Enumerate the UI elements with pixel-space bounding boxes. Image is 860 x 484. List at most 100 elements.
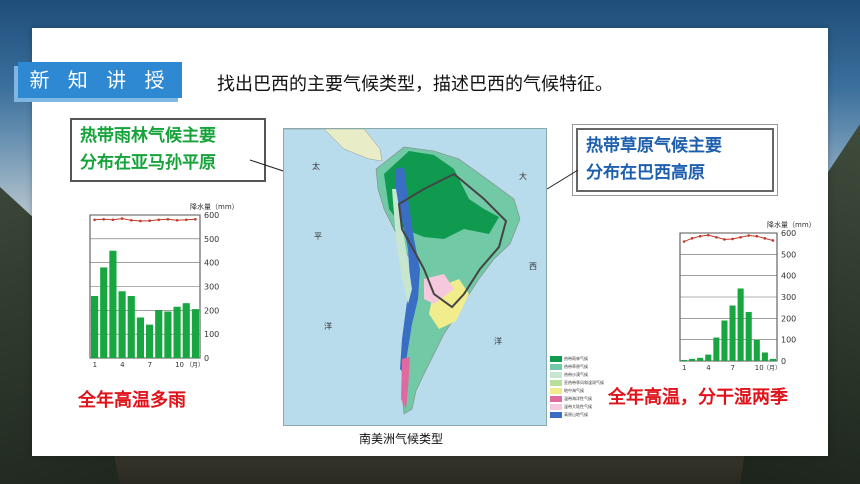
temperature-point xyxy=(763,237,767,240)
legend-item: 地中海气候 xyxy=(550,387,610,395)
x-tick-label: 7 xyxy=(148,361,152,369)
y-tick-label: 400 xyxy=(781,272,796,281)
y-tick-label: 0 xyxy=(204,354,209,363)
legend-item: 热带沙漠气候 xyxy=(550,371,610,379)
temperature-point xyxy=(120,217,124,220)
legend-swatch xyxy=(550,364,562,370)
callout-rainforest-line1: 热带雨林气候主要 xyxy=(80,126,216,146)
legend-label: 温带大陆性气候 xyxy=(564,404,592,409)
precip-bar xyxy=(182,303,190,358)
precip-bar xyxy=(173,306,181,358)
y-tick-label: 500 xyxy=(781,250,796,259)
legend-item: 高原山地气候 xyxy=(550,411,610,419)
legend-label: 热带沙漠气候 xyxy=(564,372,588,377)
legend-swatch xyxy=(550,396,562,402)
precip-bar xyxy=(127,296,135,358)
precip-bar xyxy=(164,311,172,358)
precip-bar xyxy=(136,317,144,358)
temperature-point xyxy=(682,240,686,243)
temperature-point xyxy=(698,234,702,238)
temperature-point xyxy=(723,238,726,241)
ocean-label-da: 大 xyxy=(519,171,527,181)
precip-bar xyxy=(681,359,688,361)
ocean-label-yang-pacific: 洋 xyxy=(324,321,332,331)
conclusion-rainforest: 全年高温多雨 xyxy=(78,390,186,411)
y-tick-label: 200 xyxy=(781,314,796,323)
temperature-point xyxy=(715,235,718,239)
legend-label: 高原山地气候 xyxy=(564,412,588,417)
x-tick-label: 10 xyxy=(175,361,184,369)
x-tick-label: 1 xyxy=(682,364,686,372)
temperature-point xyxy=(175,218,179,222)
temperature-point xyxy=(184,218,188,222)
temperature-point xyxy=(102,217,106,221)
legend-swatch xyxy=(550,412,562,418)
precip-bar xyxy=(100,267,108,358)
x-axis-label: （月） xyxy=(186,362,204,369)
temperature-point xyxy=(129,218,133,222)
callout-rainforest-line2: 分布在亚马孙平原 xyxy=(80,153,216,173)
x-tick-label: 4 xyxy=(706,364,711,372)
y-tick-label: 300 xyxy=(204,283,219,292)
x-tick-label: 1 xyxy=(93,361,97,369)
y-tick-label: 600 xyxy=(204,211,219,220)
legend-swatch xyxy=(550,356,562,362)
temperature-point xyxy=(194,217,197,221)
precip-bar xyxy=(91,296,99,358)
ocean-label-xi: 西 xyxy=(529,262,537,271)
climate-chart-savanna: 0100200300400500600降水量（mm）1 4 7 10 （月） xyxy=(679,220,816,372)
temperature-point xyxy=(747,234,751,237)
precip-bar xyxy=(753,339,760,361)
temperature-point xyxy=(690,237,694,240)
y-tick-label: 100 xyxy=(204,330,219,339)
precip-bar xyxy=(737,288,744,361)
temperature-point xyxy=(148,219,151,223)
map-caption: 南美洲气候类型 xyxy=(359,432,444,446)
y-axis-label: 降水量（mm） xyxy=(767,220,816,229)
precip-bar xyxy=(761,352,768,361)
legend-label: 热带草原气候 xyxy=(564,364,588,369)
precip-bar xyxy=(697,357,704,361)
y-tick-label: 300 xyxy=(781,293,796,302)
y-tick-label: 100 xyxy=(781,336,796,345)
y-axis-label: 降水量（mm） xyxy=(190,202,239,211)
precip-bar xyxy=(721,320,728,361)
temperature-point xyxy=(755,234,759,238)
y-tick-label: 600 xyxy=(781,229,796,238)
precip-bar xyxy=(769,358,776,361)
temperature-point xyxy=(166,217,170,221)
x-tick-label: 7 xyxy=(731,364,735,372)
climate-chart-rainforest: 0 100 200 300 400 500 600降水量（mm） 1 4 7 10 （月） xyxy=(89,202,239,369)
section-tab: 新 知 讲 授 xyxy=(18,62,182,98)
legend-item: 温带海洋性气候 xyxy=(550,395,610,403)
page-heading: 找出巴西的主要气候类型，描述巴西的气候特征。 xyxy=(217,74,613,95)
y-tick-label: 400 xyxy=(204,259,219,268)
legend-swatch xyxy=(550,388,562,394)
temperature-point xyxy=(157,218,161,222)
temperature-point xyxy=(706,233,710,237)
precip-bar xyxy=(713,337,720,361)
legend-swatch xyxy=(550,404,562,410)
precip-bar xyxy=(745,311,752,361)
ocean-label-yang-atlantic: 洋 xyxy=(494,336,502,346)
y-tick-label: 200 xyxy=(204,306,219,315)
precip-bar xyxy=(118,291,126,358)
temperature-point xyxy=(139,219,142,223)
south-america-climate-map: 太 平 洋 大 西 洋 xyxy=(283,128,547,426)
temperature-line xyxy=(683,234,774,242)
legend-item: 热带雨林气候 xyxy=(550,355,610,363)
precip-bar xyxy=(689,358,696,361)
legend-swatch xyxy=(550,372,562,378)
temperature-point xyxy=(93,218,96,222)
temperature-point xyxy=(771,239,775,242)
precip-bar xyxy=(146,324,154,358)
legend-item: 热带草原气候 xyxy=(550,363,610,371)
precip-bar xyxy=(155,310,163,358)
legend-label: 亚热带季风和湿润气候 xyxy=(564,380,604,385)
map-legend-box: 热带雨林气候 热带草原气候 热带沙漠气候亚热带季风和湿润气候地中海气候 温带海洋性气候… xyxy=(550,355,610,419)
precip-bar xyxy=(729,305,736,361)
callout-savanna-line1: 热带草原气候主要 xyxy=(586,136,722,156)
legend-item: 温带大陆性气候 xyxy=(550,403,610,411)
callout-savanna: 热带草原气候主要 分布在巴西高原 xyxy=(572,124,778,196)
callout-savanna-line2: 分布在巴西高原 xyxy=(586,163,705,183)
